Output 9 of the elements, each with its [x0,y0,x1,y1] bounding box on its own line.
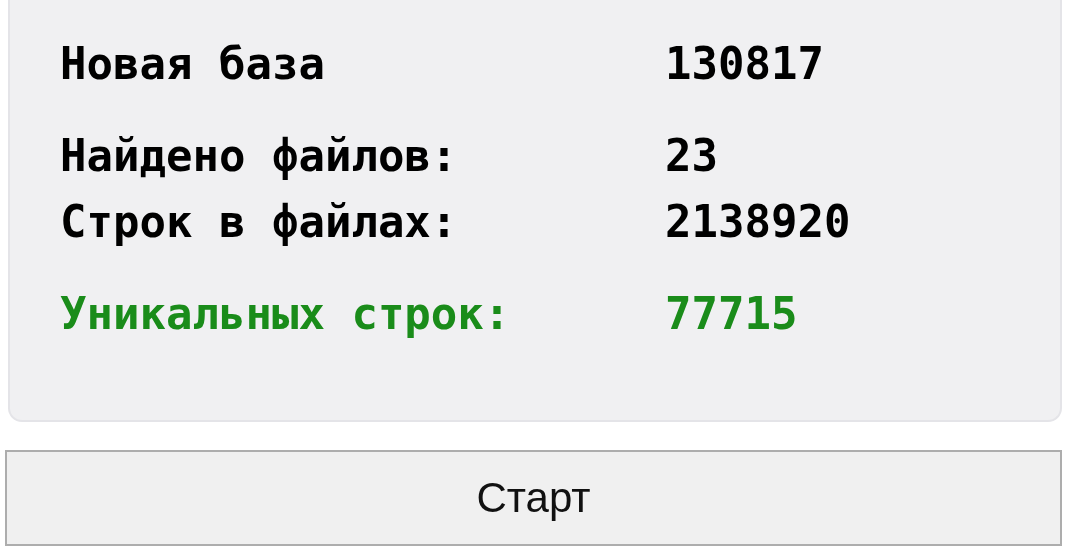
stat-label: Уникальных строк: [60,287,512,341]
stat-label: Найдено файлов: [60,129,459,183]
start-button[interactable]: Старт [5,450,1062,546]
stat-value: 2138920 [665,195,851,249]
stat-value: 130817 [665,37,824,91]
stat-label: Строк в файлах: [60,195,459,249]
stat-value: 77715 [665,287,798,341]
stat-label: Новая база [60,37,326,91]
stat-value: 23 [665,129,718,183]
